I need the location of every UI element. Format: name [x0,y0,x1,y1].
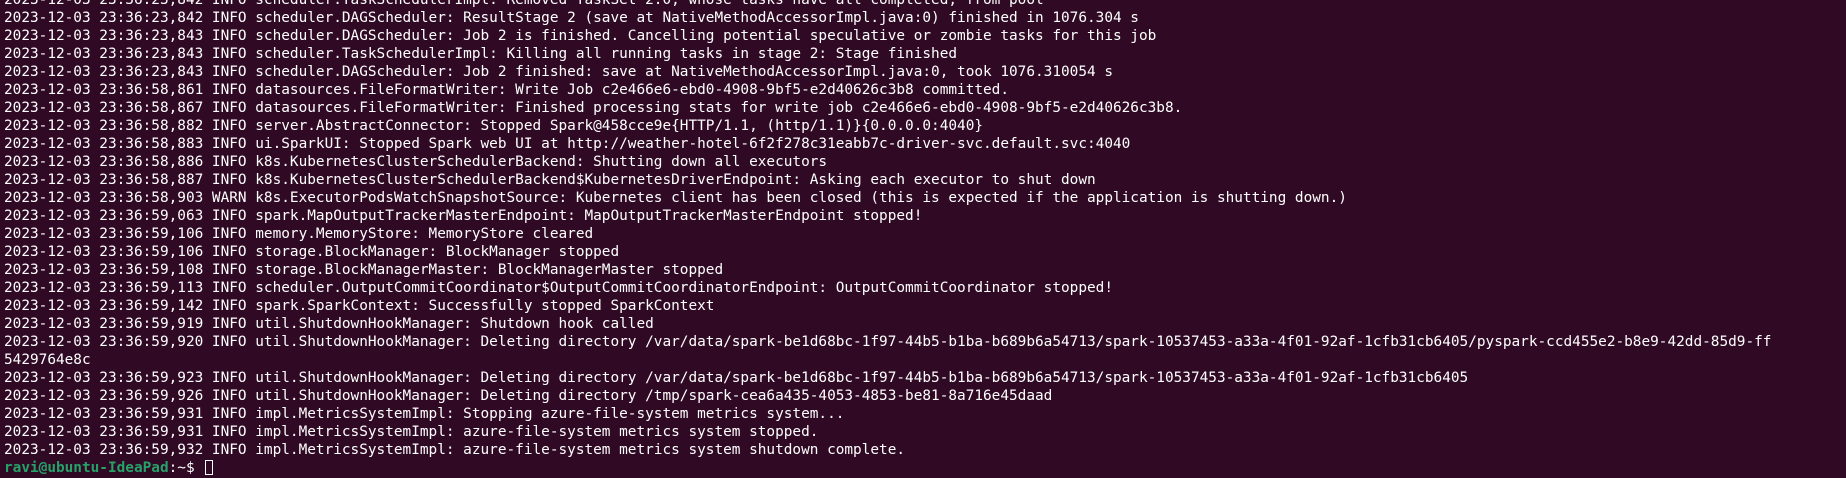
log-line: 2023-12-03 23:36:59,108 INFO storage.Blo… [4,262,724,278]
log-line: 2023-12-03 23:36:58,887 INFO k8s.Kuberne… [4,172,1096,188]
log-line: 2023-12-03 23:36:58,883 INFO ui.SparkUI:… [4,136,1131,152]
log-line: 2023-12-03 23:36:23,842 INFO scheduler.T… [4,0,1044,8]
prompt-symbol: :~$ [168,460,204,476]
log-line: 2023-12-03 23:36:58,882 INFO server.Abst… [4,118,984,134]
log-line: 2023-12-03 23:36:59,063 INFO spark.MapOu… [4,208,923,224]
text-cursor[interactable] [205,460,214,475]
log-line: 2023-12-03 23:36:59,931 INFO impl.Metric… [4,424,819,440]
log-line: 2023-12-03 23:36:23,842 INFO scheduler.D… [4,10,1139,26]
log-line: 2023-12-03 23:36:59,932 INFO impl.Metric… [4,442,906,458]
log-line: 2023-12-03 23:36:23,843 INFO scheduler.D… [4,28,1157,44]
log-line: 2023-12-03 23:36:58,886 INFO k8s.Kuberne… [4,154,828,170]
log-line: 2023-12-03 23:36:59,926 INFO util.Shutdo… [4,388,1053,404]
terminal-output: 2023-12-03 23:36:23,842 INFO scheduler.T… [4,0,1846,477]
log-line: 2023-12-03 23:36:59,106 INFO memory.Memo… [4,226,594,242]
log-line: 2023-12-03 23:36:59,923 INFO util.Shutdo… [4,370,1469,386]
log-line: 2023-12-03 23:36:59,919 INFO util.Shutdo… [4,316,654,332]
log-line: 2023-12-03 23:36:58,861 INFO datasources… [4,82,1010,98]
log-line: 2023-12-03 23:36:59,113 INFO scheduler.O… [4,280,1113,296]
log-line: 2023-12-03 23:36:23,843 INFO scheduler.T… [4,46,958,62]
log-line: 2023-12-03 23:36:58,867 INFO datasources… [4,100,1183,116]
log-line: 2023-12-03 23:36:59,931 INFO impl.Metric… [4,406,845,422]
log-line: 2023-12-03 23:36:59,106 INFO storage.Blo… [4,244,620,260]
prompt-user-host: ravi@ubuntu-IdeaPad [4,460,169,476]
command-prompt[interactable]: ravi@ubuntu-IdeaPad:~$ [4,459,1846,477]
log-line: 5429764e8c [4,352,91,368]
log-line: 2023-12-03 23:36:23,843 INFO scheduler.D… [4,64,1113,80]
log-line: 2023-12-03 23:36:58,903 WARN k8s.Executo… [4,190,1347,206]
log-line: 2023-12-03 23:36:59,920 INFO util.Shutdo… [4,334,1772,350]
log-line: 2023-12-03 23:36:59,142 INFO spark.Spark… [4,298,715,314]
terminal-window[interactable]: 2023-12-03 23:36:23,842 INFO scheduler.T… [0,0,1846,478]
